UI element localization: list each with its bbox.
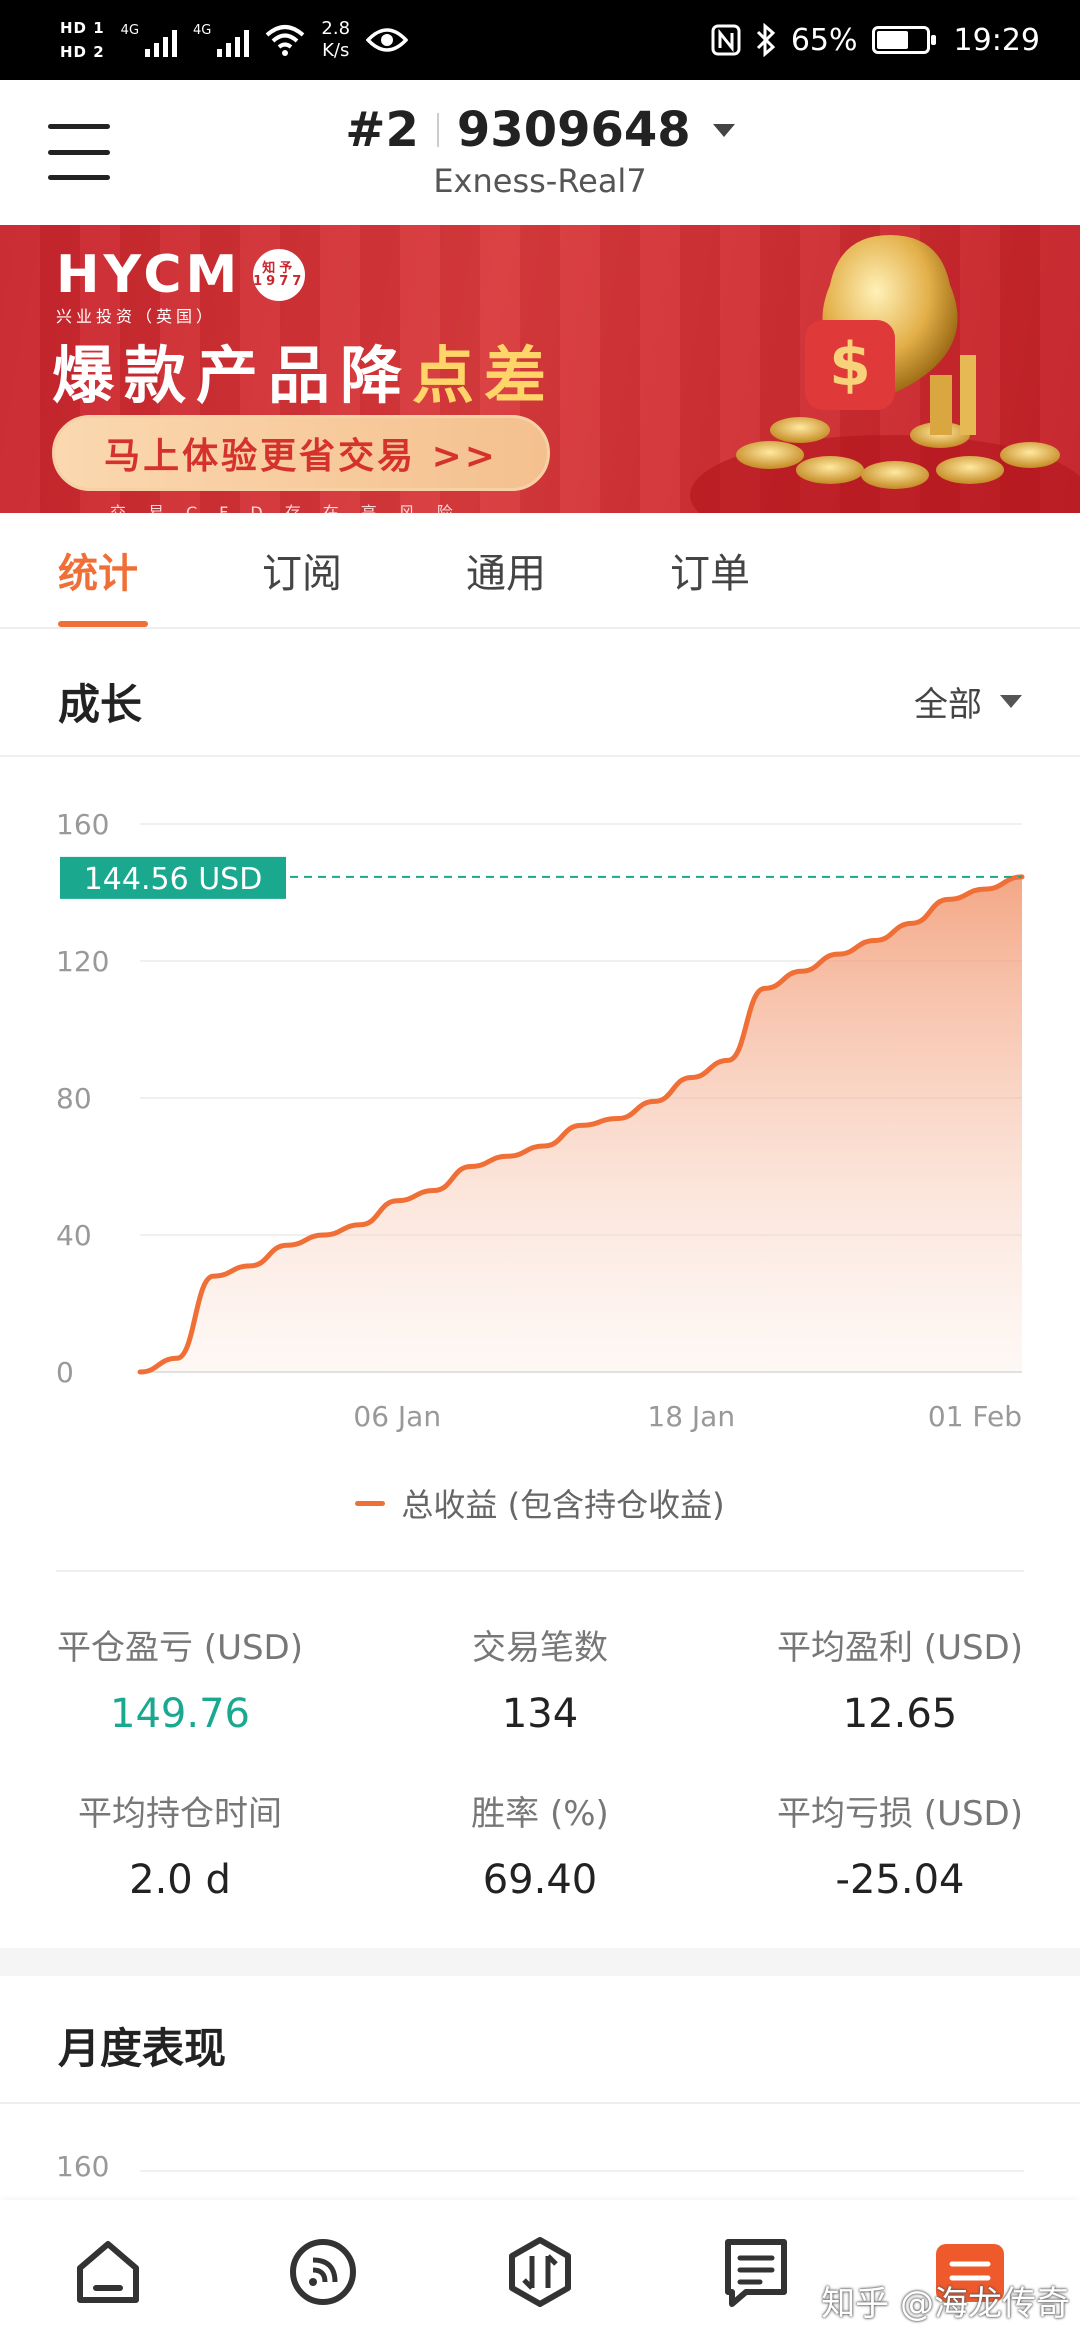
tab-statistics[interactable]: 统计 [58, 541, 138, 599]
tab-bar: 统计 订阅 通用 订单 [0, 513, 1080, 629]
banner-cta-button[interactable]: 马上体验更省交易 >> [52, 415, 550, 491]
status-bar: HD 1 HD 2 4G 4G 2.8 K/s 65% 19:29 [0, 0, 1080, 80]
account-selector[interactable]: #2 9309648 Exness-Real7 [0, 102, 1080, 200]
x-tick-label: 06 Jan [353, 1400, 441, 1433]
sim2-indicator: HD 2 [60, 43, 105, 61]
tab-subscribe[interactable]: 订阅 [262, 541, 342, 599]
account-prefix: #2 [345, 102, 419, 158]
bluetooth-icon [756, 23, 776, 57]
stat-avg-hold-time: 平均持仓时间 2.0 d [78, 1794, 282, 1903]
sim1-indicator: HD 1 [60, 19, 105, 37]
home-icon[interactable] [68, 2232, 148, 2312]
clock: 19:29 [953, 22, 1040, 58]
account-number: 9309648 [456, 102, 691, 158]
signals-icon[interactable] [283, 2232, 363, 2312]
risk-notice: 交易CFD存在高风险 [110, 503, 475, 513]
x-tick-label: 01 Feb [928, 1400, 1022, 1433]
stat-closed-pnl: 平仓盈亏 (USD) 149.76 [57, 1628, 303, 1737]
bottom-nav: 知乎 @海龙传奇 [0, 2200, 1080, 2340]
app-header: #2 9309648 Exness-Real7 [0, 80, 1080, 225]
stat-win-rate: 胜率 (%) 69.40 [471, 1794, 609, 1903]
y-tick-label: 0 [56, 1356, 74, 1389]
tab-general[interactable]: 通用 [466, 541, 546, 599]
y-tick-label: 120 [56, 945, 109, 978]
range-filter-dropdown[interactable]: 全部 [914, 677, 1022, 726]
signal1-icon: 4G [121, 23, 178, 57]
current-value-label: 144.56 USD [84, 862, 263, 897]
y-tick-label: 160 [56, 808, 109, 841]
orders-icon[interactable] [716, 2232, 796, 2312]
section-title: 成长 [58, 680, 143, 729]
promo-banner[interactable]: HYCM 知予 1977 兴业投资（英国） 爆款产品降点差 马上体验更省交易 >… [0, 225, 1080, 513]
gold-coins-illustration: $ [690, 235, 1080, 513]
svg-text:$: $ [829, 330, 871, 400]
brand-logo: HYCM 知予 1977 兴业投资（英国） [56, 245, 306, 326]
stat-avg-loss: 平均亏损 (USD) -25.04 [777, 1794, 1023, 1903]
eye-icon [366, 28, 409, 52]
monthly-y-tick: 160 [56, 2150, 110, 2183]
legend-swatch [355, 1500, 386, 1506]
signal2-icon: 4G [193, 23, 250, 57]
divider [56, 1570, 1024, 1572]
battery-icon [871, 26, 936, 54]
chart-legend: 总收益 (包含持仓收益) [0, 1480, 1080, 1526]
chevron-down-icon [712, 123, 735, 137]
monthly-gridline [140, 2170, 1024, 2172]
growth-chart[interactable]: 160 120 80 40 0 06 Jan 18 Jan 01 Feb 144.56 USD [0, 770, 1080, 1510]
server-name: Exness-Real7 [433, 162, 647, 200]
watermark: 知乎 @海龙传奇 [821, 2284, 1070, 2324]
banner-headline: 爆款产品降点差 [52, 339, 557, 412]
wifi-icon [266, 25, 305, 56]
growth-section-header: 成长 全部 [0, 631, 1080, 757]
x-tick-label: 18 Jan [647, 1400, 735, 1433]
seal-icon: 知予 1977 [253, 249, 306, 301]
tab-orders[interactable]: 订单 [670, 541, 750, 599]
trade-icon[interactable] [500, 2232, 580, 2312]
y-tick-label: 80 [56, 1082, 92, 1115]
stat-trade-count: 交易笔数 134 [472, 1628, 608, 1737]
battery-percent: 65% [790, 22, 858, 58]
stat-avg-profit: 平均盈利 (USD) 12.65 [777, 1628, 1023, 1737]
chevron-down-icon [1000, 695, 1022, 708]
nfc-icon [711, 24, 741, 56]
monthly-section-title: 月度表现 [58, 2024, 227, 2073]
active-tab-indicator [58, 621, 148, 627]
section-separator [0, 1948, 1080, 1976]
network-speed: 2.8 K/s [321, 18, 351, 61]
y-tick-label: 40 [56, 1219, 92, 1252]
legend-label: 总收益 (包含持仓收益) [401, 1486, 725, 1524]
divider [0, 2102, 1080, 2104]
